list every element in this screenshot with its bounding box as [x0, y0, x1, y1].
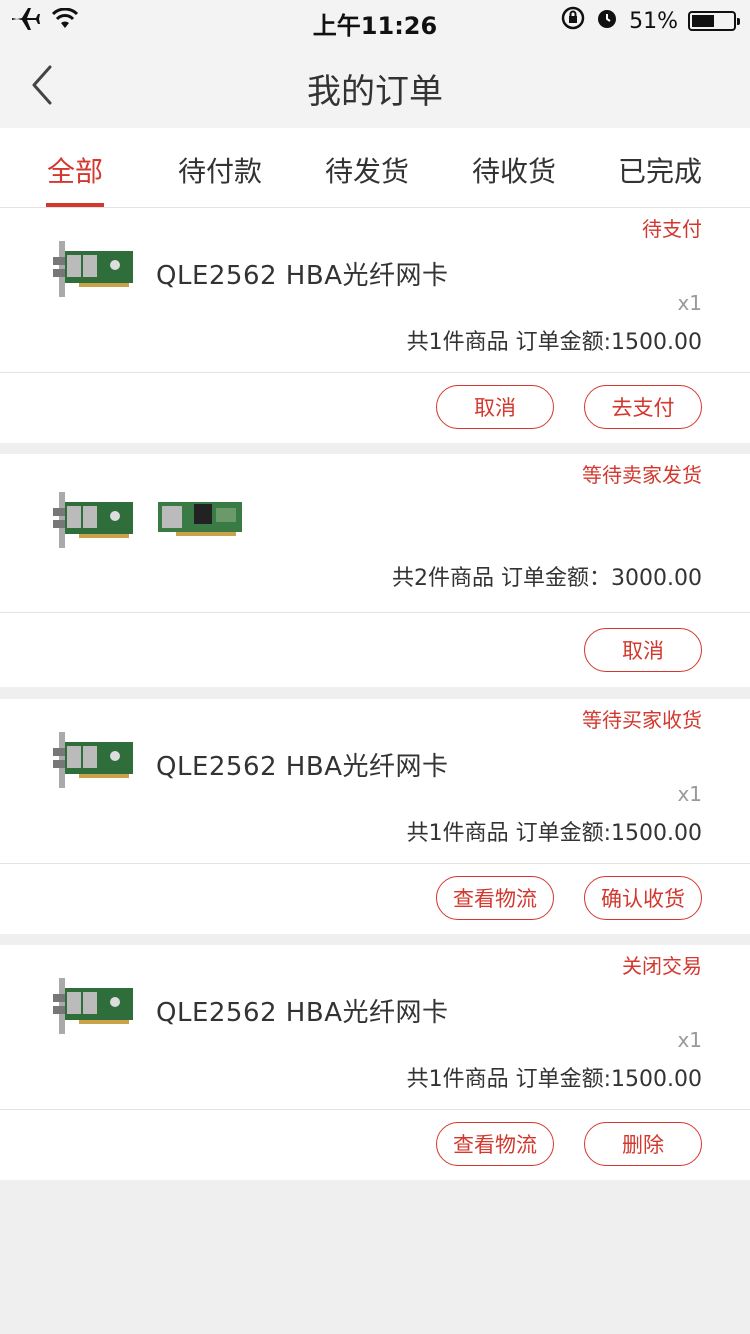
pay-button[interactable]: 去支付: [584, 385, 702, 429]
order-card: 关闭交易 QLE2562 HBA光纤网卡 x1 共1件商品 订单金额:1500.…: [0, 945, 750, 1180]
order-tabs: 全部 待付款 待发货 待收货 已完成: [0, 128, 750, 208]
divider: [0, 372, 750, 373]
tab-active-indicator: [46, 203, 104, 207]
tab-pending-shipment[interactable]: 待发货: [307, 150, 427, 190]
cancel-button[interactable]: 取消: [436, 385, 554, 429]
view-logistics-button[interactable]: 查看物流: [436, 876, 554, 920]
tab-completed[interactable]: 已完成: [600, 150, 720, 190]
status-bar: 上午11:26 51%: [0, 0, 750, 42]
rotation-lock-icon: [561, 6, 585, 36]
tab-pending-payment[interactable]: 待付款: [160, 150, 280, 190]
delete-button[interactable]: 删除: [584, 1122, 702, 1166]
tab-all[interactable]: 全部: [15, 150, 135, 190]
divider: [0, 612, 750, 613]
cancel-button[interactable]: 取消: [584, 628, 702, 672]
product-name[interactable]: QLE2562 HBA光纤网卡: [156, 992, 449, 1029]
product-image[interactable]: [45, 484, 135, 554]
battery-percent: 51%: [629, 8, 678, 34]
product-image[interactable]: [45, 233, 135, 303]
view-logistics-button[interactable]: 查看物流: [436, 1122, 554, 1166]
order-summary: 共2件商品 订单金额：3000.00: [392, 566, 702, 591]
product-quantity: x1: [677, 291, 702, 315]
divider: [0, 863, 750, 864]
order-summary: 共1件商品 订单金额:1500.00: [406, 330, 702, 355]
page-title: 我的订单: [307, 72, 443, 112]
app-root: 上午11:26 51% 我的订单 全部 待付款 待发货 待收货 已完成 待支付: [0, 0, 750, 1334]
product-image[interactable]: [45, 724, 135, 794]
product-quantity: x1: [677, 1028, 702, 1052]
order-card: 等待卖家发货 共2件商品 订单金额：3000.00 取消: [0, 454, 750, 687]
order-card: 待支付 QLE2562 HBA光纤网卡 x1 共1件商品 订单金额:1500.0…: [0, 208, 750, 443]
product-name[interactable]: QLE2562 HBA光纤网卡: [156, 746, 449, 783]
status-right: 51%: [561, 6, 740, 36]
product-name[interactable]: QLE2562 HBA光纤网卡: [156, 255, 449, 292]
order-status: 等待卖家发货: [582, 463, 702, 487]
order-card: 等待买家收货 QLE2562 HBA光纤网卡 x1 共1件商品 订单金额:150…: [0, 699, 750, 934]
order-summary: 共1件商品 订单金额:1500.00: [406, 821, 702, 846]
product-image[interactable]: [45, 970, 135, 1040]
alarm-icon: [595, 6, 619, 36]
order-status: 等待买家收货: [582, 708, 702, 732]
order-status: 待支付: [642, 217, 702, 241]
product-image[interactable]: [156, 494, 246, 544]
tab-pending-receipt[interactable]: 待收货: [454, 150, 574, 190]
divider: [0, 1109, 750, 1110]
nav-bar: 我的订单: [0, 42, 750, 128]
battery-icon: [688, 11, 740, 31]
confirm-receipt-button[interactable]: 确认收货: [584, 876, 702, 920]
order-status: 关闭交易: [622, 954, 702, 978]
order-summary: 共1件商品 订单金额:1500.00: [406, 1067, 702, 1092]
product-quantity: x1: [677, 782, 702, 806]
